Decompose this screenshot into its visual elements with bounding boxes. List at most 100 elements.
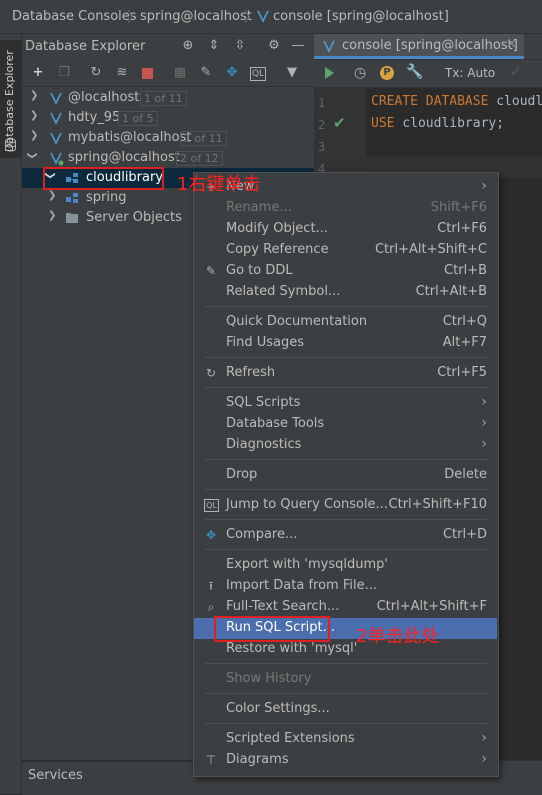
refresh-icon[interactable]: ↻	[88, 65, 104, 81]
menu-item-label: Quick Documentation	[226, 314, 368, 329]
menu-item-label: Import Data from File...	[226, 578, 377, 593]
menu-item-label: Modify Object...	[226, 221, 328, 236]
menu-separator	[205, 357, 487, 358]
menu-item-diagnostics[interactable]: Diagnostics ›	[194, 435, 497, 456]
menu-item-rename[interactable]: Rename... Shift+F6	[194, 198, 497, 219]
annotation-box-cloudlibrary	[43, 167, 164, 190]
schema-icon	[64, 190, 80, 206]
expand-all-icon[interactable]: ⇕	[206, 38, 222, 54]
stop-icon[interactable]	[142, 68, 153, 79]
menu-item-quick-documentation[interactable]: Quick Documentation Ctrl+Q	[194, 312, 497, 333]
menu-item-go-to-ddl[interactable]: ✎ Go to DDL Ctrl+B	[194, 261, 497, 282]
line-number: 2	[318, 118, 326, 132]
menu-item-sql-scripts[interactable]: SQL Scripts ›	[194, 393, 497, 414]
tree-item-spring-localhost[interactable]: ❯ spring@localhost 2 of 12	[22, 148, 314, 168]
tab-console[interactable]: console [spring@localhost] ✕	[314, 34, 524, 59]
table-icon[interactable]: ▦	[172, 65, 188, 81]
menu-item-refresh[interactable]: ↻ Refresh Ctrl+F5	[194, 363, 497, 384]
tx-mode-dropdown[interactable]: Tx: Auto	[445, 66, 495, 80]
menu-item-jump-to-query-console[interactable]: QL Jump to Query Console... Ctrl+Shift+F…	[194, 495, 497, 516]
submenu-arrow-icon: ›	[481, 436, 487, 452]
menu-item-export-mysqldump[interactable]: Export with 'mysqldump'	[194, 555, 497, 576]
menu-item-diagrams[interactable]: ⊤ Diagrams ›	[194, 750, 497, 771]
compare-icon[interactable]: ✥	[224, 65, 240, 81]
menu-item-scripted-extensions[interactable]: Scripted Extensions ›	[194, 729, 497, 750]
menu-item-color-settings[interactable]: Color Settings...	[194, 699, 497, 720]
wrench-icon[interactable]: 🔧	[406, 64, 423, 80]
chevron-right-icon[interactable]: ❯	[48, 190, 56, 201]
add-icon[interactable]: +	[30, 65, 46, 81]
menu-item-restore-mysql[interactable]: Restore with 'mysql'	[194, 639, 497, 660]
gear-icon[interactable]: ⚙	[266, 38, 282, 54]
menu-item-shortcut: Ctrl+D	[442, 527, 487, 542]
menu-item-label: Rename...	[226, 200, 292, 215]
menu-separator	[205, 723, 487, 724]
tree-item-hdty-95[interactable]: ❯ hdty_95 1 of 5	[22, 108, 314, 128]
tree-label: spring@localhost	[68, 150, 180, 165]
menu-item-label: Color Settings...	[226, 701, 330, 716]
submenu-arrow-icon: ›	[481, 751, 487, 767]
chevron-right-icon[interactable]: ❯	[30, 110, 38, 121]
breadcrumb-bar: Database Consoles 〉 spring@localhost 〉 c…	[0, 0, 542, 34]
menu-item-compare[interactable]: ✥ Compare... Ctrl+D	[194, 525, 497, 546]
menu-item-label: Refresh	[226, 365, 276, 380]
refresh-icon: ↻	[205, 366, 217, 380]
menu-separator	[205, 489, 487, 490]
database-icon	[4, 138, 17, 152]
diagram-icon: ⊤	[205, 753, 217, 767]
tree-badge: 1 of 11	[180, 131, 227, 146]
menu-item-find-usages[interactable]: Find Usages Alt+F7	[194, 333, 497, 354]
menu-item-copy-reference[interactable]: Copy Reference Ctrl+Alt+Shift+C	[194, 240, 497, 261]
chevron-right-icon[interactable]: ❯	[48, 210, 56, 221]
compare-icon: ✥	[205, 528, 217, 542]
close-icon[interactable]: ✕	[506, 37, 517, 52]
history-icon[interactable]: ◷	[354, 65, 366, 81]
menu-item-related-symbol[interactable]: Related Symbol... Ctrl+Alt+B	[194, 282, 497, 303]
chevron-right-icon[interactable]: ❯	[30, 90, 38, 101]
tree-badge: 2 of 12	[176, 151, 223, 166]
pencil-icon: ✎	[205, 264, 217, 278]
duplicate-icon[interactable]: ❐	[56, 65, 72, 81]
minimize-icon[interactable]: —	[290, 38, 306, 54]
database-explorer-tab-label: Database Explorer	[3, 50, 16, 152]
menu-item-drop[interactable]: Drop Delete	[194, 465, 497, 486]
menu-item-shortcut: Ctrl+Alt+Shift+C	[374, 242, 487, 257]
edit-icon[interactable]: ✎	[198, 65, 214, 81]
explorer-header: Database Explorer ⊕ ⇕ ⇳ ⚙ —	[22, 34, 314, 59]
datasource-connected-icon	[48, 150, 64, 166]
menu-item-shortcut: Ctrl+F6	[437, 221, 487, 236]
tree-item-mybatis-localhost[interactable]: ❯ mybatis@localhost 1 of 11	[22, 128, 314, 148]
menu-item-full-text-search[interactable]: ⌕ Full-Text Search... Ctrl+Alt+Shift+F	[194, 597, 497, 618]
menu-item-shortcut: Delete	[444, 467, 487, 482]
tab-console-label: console [spring@localhost]	[342, 38, 518, 53]
chevron-down-icon[interactable]: ❯	[27, 151, 38, 159]
menu-item-database-tools[interactable]: Database Tools ›	[194, 414, 497, 435]
menu-item-show-history[interactable]: Show History	[194, 669, 497, 690]
schema-icon[interactable]: ≋	[114, 65, 130, 81]
ql-icon[interactable]: QL	[250, 67, 266, 81]
run-icon[interactable]	[322, 66, 336, 84]
submenu-arrow-icon: ›	[481, 178, 487, 194]
filter-icon[interactable]: ▼	[284, 65, 300, 81]
menu-separator	[205, 306, 487, 307]
commit-icon[interactable]: ✓	[510, 64, 522, 80]
menu-item-modify-object[interactable]: Modify Object... Ctrl+F6	[194, 219, 497, 240]
menu-item-label: SQL Scripts	[226, 395, 301, 410]
submenu-arrow-icon: ›	[481, 394, 487, 410]
chevron-right-icon[interactable]: ❯	[30, 130, 38, 141]
tree-item-localhost[interactable]: ❯ @localhost 1 of 11	[22, 88, 314, 108]
profile-icon[interactable]: P	[380, 66, 394, 80]
globe-icon[interactable]: ⊕	[180, 38, 196, 54]
menu-item-label: Show History	[226, 671, 312, 686]
menu-item-shortcut: Ctrl+F5	[437, 365, 487, 380]
breadcrumb-database-consoles[interactable]: Database Consoles	[12, 9, 137, 24]
collapse-all-icon[interactable]: ⇳	[232, 38, 248, 54]
explorer-title: Database Explorer	[25, 39, 146, 54]
breadcrumb-console[interactable]: console [spring@localhost]	[273, 9, 449, 24]
menu-item-import-data[interactable]: ⭱ Import Data from File...	[194, 576, 497, 597]
menu-item-label: Copy Reference	[226, 242, 329, 257]
menu-item-shortcut: Ctrl+Alt+B	[415, 284, 487, 299]
menu-item-label: Find Usages	[226, 335, 305, 350]
breadcrumb-spring-localhost[interactable]: spring@localhost	[140, 9, 252, 24]
menu-item-label: Diagnostics	[226, 437, 302, 452]
